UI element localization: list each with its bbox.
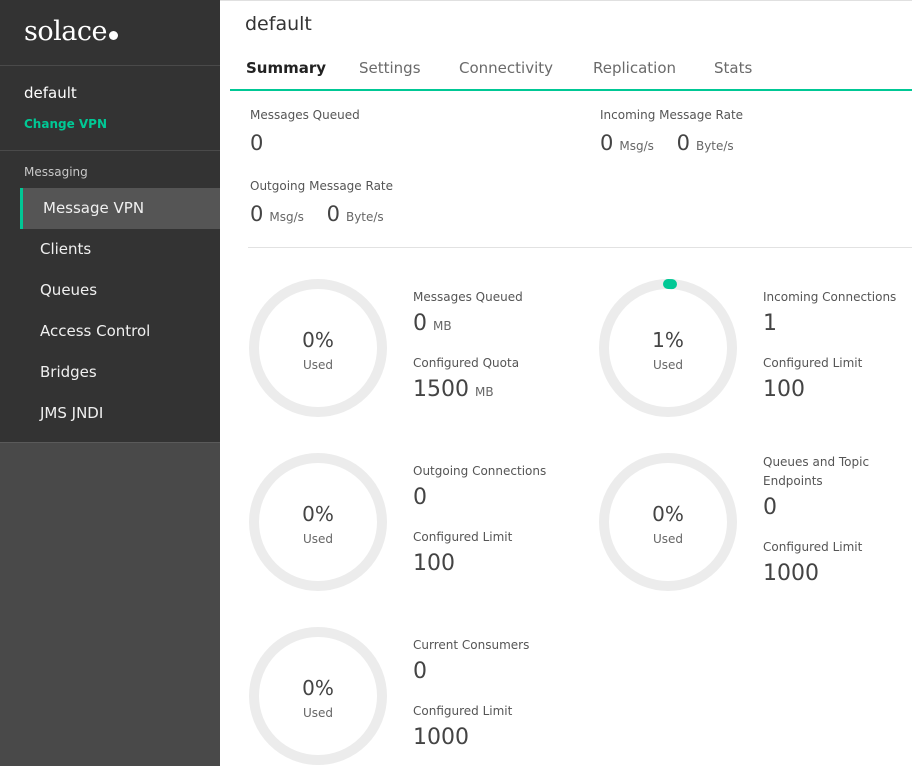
current-vpn-name: default: [24, 84, 77, 102]
gauge-limit-label: Configured Limit: [763, 356, 863, 370]
outgoing-rate-label: Outgoing Message Rate: [250, 179, 394, 193]
incoming-msg-value: 0: [600, 131, 614, 155]
messages-queued-value: 0: [250, 131, 264, 155]
gauge-metric-value: 0: [413, 485, 427, 510]
gauge-percent: 0%: [302, 328, 334, 352]
logo-dot-icon: [108, 31, 118, 40]
sidebar-item-queues[interactable]: Queues: [0, 270, 220, 311]
incoming-msg-unit: Msg/s: [619, 139, 654, 153]
sidebar: solace default Change VPN Messaging Mess…: [0, 0, 220, 766]
outgoing-msg-unit: Msg/s: [269, 210, 304, 224]
gauge-limit-value: 1500 MB: [413, 377, 494, 402]
page-title: default: [245, 13, 312, 35]
spool-usage-gauge: 0% Used: [248, 278, 388, 418]
gauge-metric-label: Outgoing Connections: [413, 464, 547, 478]
gauge-used-label: Used: [302, 358, 334, 372]
gauge-metric-label: Queues and Topic Endpoints: [763, 455, 870, 488]
metric-unit: MB: [433, 319, 452, 333]
gauge-limit-label: Configured Quota: [413, 356, 520, 370]
outgoing-byte-unit: Byte/s: [345, 210, 384, 224]
metric-number: 0: [413, 311, 427, 336]
gauge-metric-value: 0 MB: [413, 311, 452, 336]
gauge-used-label: Used: [302, 532, 334, 546]
consumers-gauge: 0% Used: [248, 626, 388, 766]
endpoints-gauge: 0% Used: [598, 452, 738, 592]
gauge-used-label: Used: [652, 358, 684, 372]
sidebar-item-clients[interactable]: Clients: [0, 229, 220, 270]
gauge-percent: 0%: [652, 502, 684, 526]
tab-underline: [230, 89, 912, 91]
incoming-byte-unit: Byte/s: [695, 139, 734, 153]
logo-text: solace: [24, 16, 107, 47]
incoming-connections-gauge: 1% Used: [598, 278, 738, 418]
main-content: default Summary Settings Connectivity Re…: [220, 0, 912, 767]
gauge-limit-label: Configured Limit: [763, 540, 863, 554]
limit-number: 1500: [413, 377, 469, 402]
tab-summary[interactable]: Summary: [246, 59, 326, 77]
gauge-percent: 1%: [652, 328, 684, 352]
gauge-limit-value: 100: [763, 377, 805, 402]
sidebar-nav: Message VPN Clients Queues Access Contro…: [0, 188, 220, 434]
incoming-byte-value: 0: [676, 131, 690, 155]
sidebar-item-bridges[interactable]: Bridges: [0, 352, 220, 393]
sidebar-item-message-vpn[interactable]: Message VPN: [20, 188, 220, 229]
gauge-limit-value: 100: [413, 551, 455, 576]
incoming-rate-label: Incoming Message Rate: [600, 108, 744, 122]
gauge-limit-value: 1000: [413, 725, 469, 750]
gauge-metric-value: 0: [763, 495, 777, 520]
gauge-used-label: Used: [652, 532, 684, 546]
messages-queued-label: Messages Queued: [250, 108, 360, 122]
gauge-limit-value: 1000: [763, 561, 819, 586]
outgoing-msg-value: 0: [250, 202, 264, 226]
gauge-metric-label: Messages Queued: [413, 290, 523, 304]
outgoing-rate-value: 0 Msg/s 0 Byte/s: [250, 202, 384, 226]
tab-replication[interactable]: Replication: [593, 59, 676, 77]
gauge-used-label: Used: [302, 706, 334, 720]
limit-unit: MB: [475, 385, 494, 399]
sidebar-item-jms-jndi[interactable]: JMS JNDI: [0, 393, 220, 434]
section-label-messaging: Messaging: [24, 165, 88, 179]
gauge-percent: 0%: [302, 502, 334, 526]
gauge-metric-value: 0: [413, 659, 427, 684]
change-vpn-link[interactable]: Change VPN: [24, 117, 107, 131]
outgoing-connections-gauge: 0% Used: [248, 452, 388, 592]
sidebar-item-access-control[interactable]: Access Control: [0, 311, 220, 352]
outgoing-byte-value: 0: [326, 202, 340, 226]
gauge-metric-label: Current Consumers: [413, 638, 530, 652]
gauge-limit-label: Configured Limit: [413, 530, 513, 544]
gauge-metric-label: Incoming Connections: [763, 290, 897, 304]
solace-logo[interactable]: solace: [24, 16, 118, 47]
tab-settings[interactable]: Settings: [359, 59, 421, 77]
tab-connectivity[interactable]: Connectivity: [459, 59, 553, 77]
vpn-selector: default Change VPN: [0, 66, 220, 151]
gauge-limit-label: Configured Limit: [413, 704, 513, 718]
section-divider: [248, 247, 912, 248]
incoming-rate-value: 0 Msg/s 0 Byte/s: [600, 131, 734, 155]
gauge-percent: 0%: [302, 676, 334, 700]
gauge-metric-value: 1: [763, 311, 777, 336]
logo-area[interactable]: solace: [0, 0, 220, 66]
tab-stats[interactable]: Stats: [714, 59, 752, 77]
